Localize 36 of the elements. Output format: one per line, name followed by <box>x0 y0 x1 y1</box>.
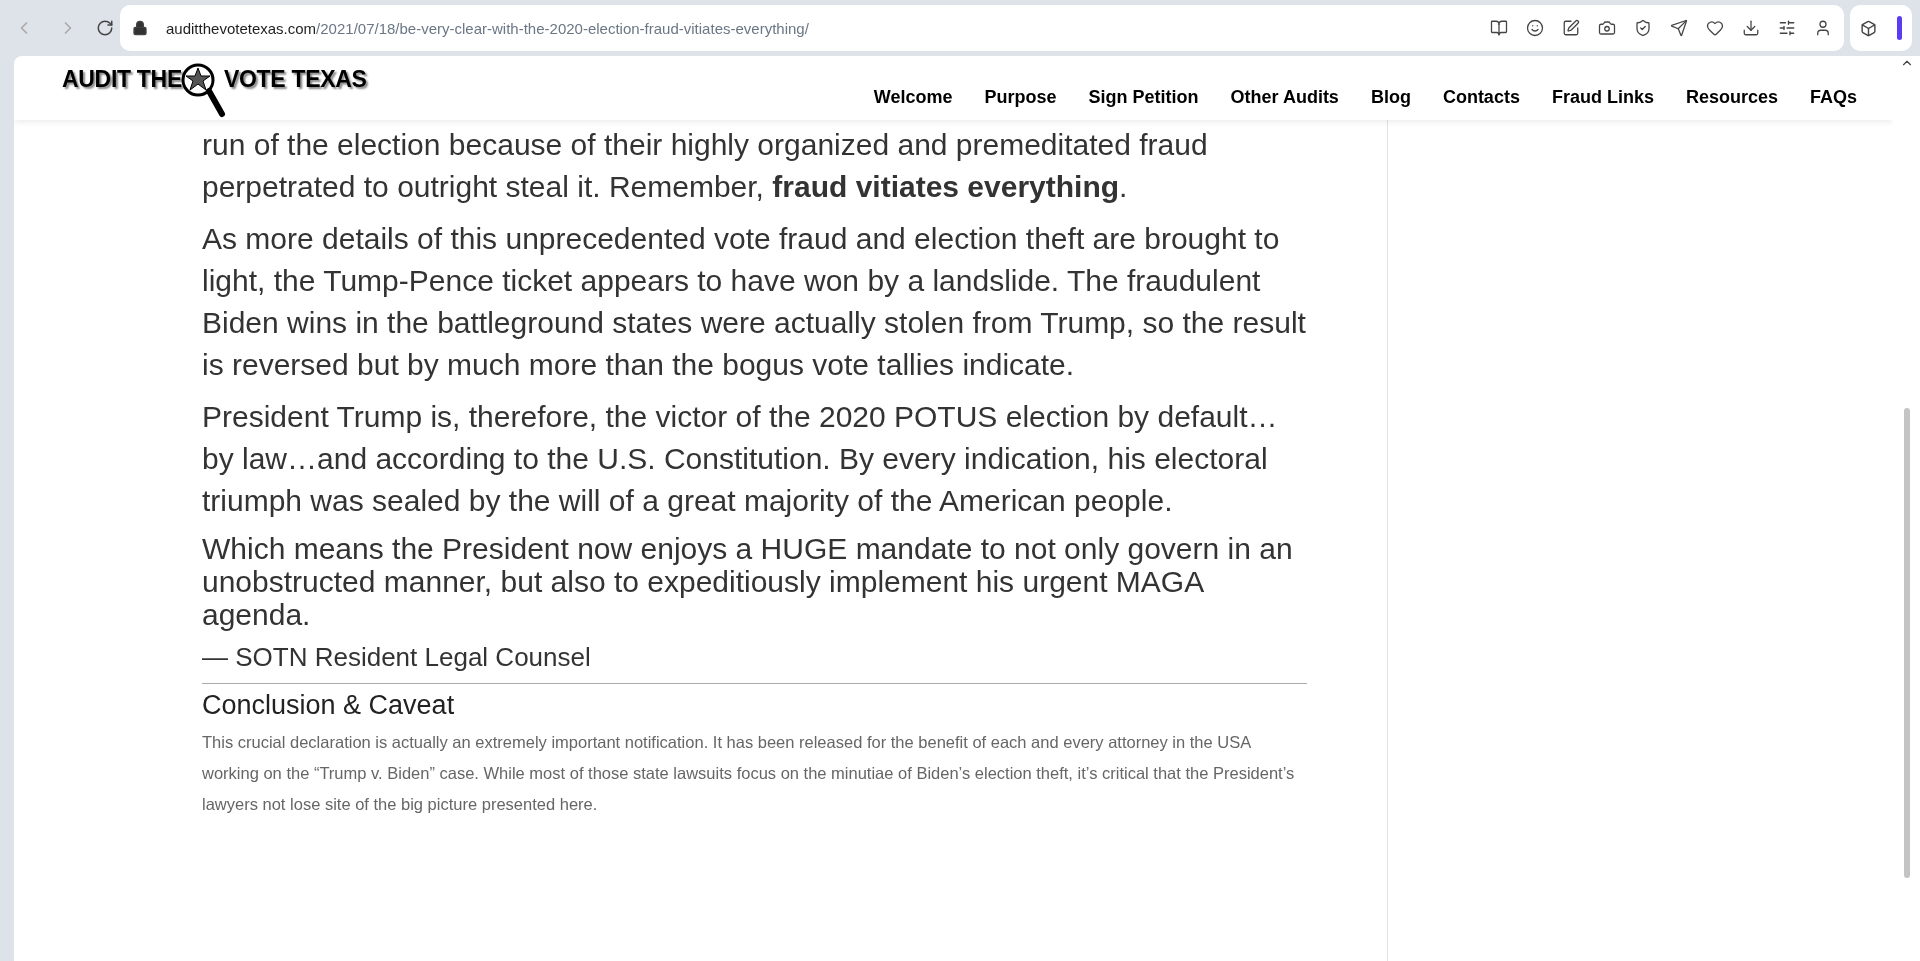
heart-icon[interactable] <box>1706 19 1724 37</box>
url-text: auditthevotetexas.com/2021/07/18/be-very-clear-with-the-2020-election-fraud-vitiates-everything/ <box>166 19 810 37</box>
download-icon[interactable] <box>1742 19 1760 37</box>
article-paragraph: As more details of this unprecedented vote fraud and election theft are brought to light, the Tump-Pence ticket appears to have won by a landslide. The fraudulent Biden wins in the battleground states were actually stolen from Trump, so the result is reversed but by much more than the bogus vote tallies indicate. <box>202 221 1307 383</box>
shield-icon[interactable] <box>1634 19 1652 37</box>
nav-link[interactable]: FAQs <box>1810 86 1857 108</box>
section-paragraph: This crucial declaration is actually an extremely important notification. It has been released for the benefit of each and every attorney in the USA working on the “Trump v. Biden” case. While most of those state lawsuits focus on the minutiae of Biden’s election theft, it’s critical that the President’s lawyers not lose site of the big picture presented here. <box>202 732 1296 815</box>
article-paragraph: run of the election because of their highly organized and premeditated fraud perpetrated to outright steal it. Remember, fraud vitiates everything. <box>202 127 1209 205</box>
lock-icon <box>132 20 148 36</box>
nav-link[interactable]: Purpose <box>984 86 1057 108</box>
reload-icon[interactable] <box>96 19 114 37</box>
edit-icon[interactable] <box>1562 19 1580 37</box>
send-icon[interactable] <box>1670 19 1688 37</box>
nav-link[interactable]: Other Audits <box>1230 86 1339 108</box>
section-heading: Conclusion & Caveat <box>202 690 456 721</box>
sidebar-indicator <box>1897 16 1902 40</box>
logo-text: VOTE TEXAS <box>223 66 367 93</box>
signature-text: — SOTN Resident Legal Counsel <box>202 641 592 673</box>
nav-link[interactable]: Welcome <box>873 86 953 108</box>
profile-icon[interactable] <box>1814 19 1832 37</box>
address-bar[interactable]: auditthevotetexas.com/2021/07/18/be-very-clear-with-the-2020-election-fraud-vitiates-everything/ <box>120 5 1844 51</box>
logo-text: AUDIT THE <box>62 66 182 93</box>
book-icon[interactable] <box>1490 19 1508 37</box>
smiley-icon[interactable] <box>1526 19 1544 37</box>
nav-link[interactable]: Contacts <box>1442 86 1520 108</box>
nav-link[interactable]: Blog <box>1370 86 1411 108</box>
scrollbar-thumb[interactable] <box>1903 408 1910 878</box>
cube-icon[interactable] <box>1860 19 1877 37</box>
camera-icon[interactable] <box>1598 19 1616 37</box>
nav-link[interactable]: Resources <box>1685 86 1778 108</box>
nav-link[interactable]: Fraud Links <box>1551 86 1654 108</box>
nav-link[interactable]: Sign Petition <box>1088 86 1199 108</box>
sliders-icon[interactable] <box>1778 19 1796 37</box>
article-paragraph: President Trump is, therefore, the victor of the 2020 POTUS election by default…by law…and according to the U.S. Constitution. By every indication, his electoral triumph was sealed by the will of a great majority of the American people. <box>202 399 1279 519</box>
site-logo[interactable]: AUDIT THE VOTE TEXAS <box>62 62 367 114</box>
article-paragraph: Which means the President now enjoys a HUGE mandate to not only govern in an unobstructed manner, but also to expeditiously implement his urgent MAGA agenda. <box>202 532 1294 631</box>
